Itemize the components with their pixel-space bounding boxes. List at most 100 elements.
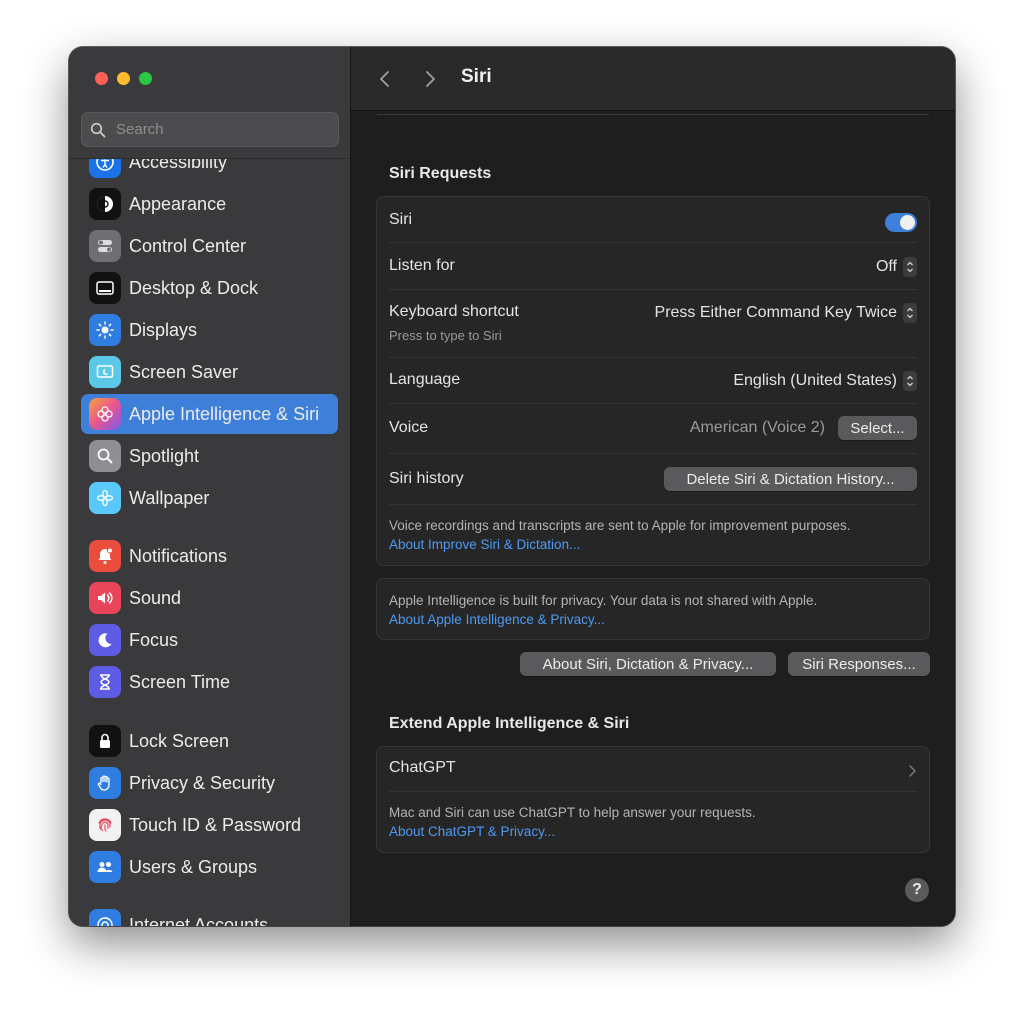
siri-requests-group: Siri Listen for Off Keyboard shortcut Pr… (376, 196, 930, 566)
sidebar-item-accessibility[interactable]: Accessibility (81, 159, 338, 182)
page-title: Siri (461, 66, 492, 87)
keyboard-shortcut-row: Keyboard shortcut Press to type to Siri … (389, 303, 917, 347)
row-divider (389, 242, 917, 243)
sidebar-item-label: Accessibility (129, 159, 228, 172)
section-title-siri-requests: Siri Requests (389, 165, 492, 182)
siri-history-row: Siri history Delete Siri & Dictation His… (389, 467, 917, 495)
users-groups-icon (89, 851, 121, 883)
siri-toggle[interactable] (885, 213, 917, 232)
sidebar-item-label: Notifications (129, 545, 228, 566)
wallpaper-icon (89, 482, 121, 514)
apple-intelligence-privacy-link[interactable]: About Apple Intelligence & Privacy... (389, 612, 605, 627)
up-down-chevron-icon (903, 257, 917, 277)
delete-history-button[interactable]: Delete Siri & Dictation History... (664, 467, 917, 491)
minimize-window-button[interactable] (117, 72, 130, 85)
search-icon (90, 122, 106, 137)
voice-select-button[interactable]: Select... (838, 416, 917, 440)
sidebar-item-touch-id[interactable]: Touch ID & Password (81, 805, 338, 845)
sidebar-item-wallpaper[interactable]: Wallpaper (81, 478, 338, 518)
language-value: English (United States) (733, 372, 897, 389)
sidebar-item-desktop-dock[interactable]: Desktop & Dock (81, 268, 338, 308)
sidebar-item-screen-saver[interactable]: Screen Saver (81, 352, 338, 392)
row-divider (389, 504, 917, 505)
sidebar-item-displays[interactable]: Displays (81, 310, 338, 350)
back-button[interactable] (374, 67, 396, 91)
privacy-group: Apple Intelligence is built for privacy.… (376, 578, 930, 640)
internet-accounts-icon (89, 909, 121, 926)
row-divider (389, 791, 917, 792)
apple-intelligence-icon (89, 398, 121, 430)
keyboard-shortcut-sublabel: Press to type to Siri (389, 328, 502, 343)
sidebar-item-label: Control Center (129, 235, 247, 256)
search-field[interactable] (81, 112, 339, 147)
sidebar-item-lock-screen[interactable]: Lock Screen (81, 721, 338, 761)
forward-button[interactable] (419, 67, 441, 91)
fingerprint-icon (89, 809, 121, 841)
control-center-icon (89, 230, 121, 262)
chatgpt-privacy-link[interactable]: About ChatGPT & Privacy... (389, 824, 555, 839)
keyboard-shortcut-label: Keyboard shortcut (389, 303, 519, 320)
screen-time-icon (89, 666, 121, 698)
sidebar-item-internet-accounts[interactable]: Internet Accounts (81, 905, 338, 926)
sidebar-item-focus[interactable]: Focus (81, 620, 338, 660)
sidebar-item-privacy-security[interactable]: Privacy & Security (81, 763, 338, 803)
sidebar-item-spotlight[interactable]: Spotlight (81, 436, 338, 476)
sidebar: Accessibility Appearance Control Center … (69, 47, 351, 926)
voice-value: American (Voice 2) (689, 419, 825, 436)
listen-for-row: Listen for Off (389, 257, 917, 281)
zoom-window-button[interactable] (139, 72, 152, 85)
sidebar-item-apple-intelligence-siri[interactable]: Apple Intelligence & Siri (81, 394, 338, 434)
sidebar-item-label: Users & Groups (129, 856, 258, 877)
sidebar-item-control-center[interactable]: Control Center (81, 226, 338, 266)
accessibility-icon (89, 159, 121, 178)
notifications-icon (89, 540, 121, 572)
sidebar-item-label: Focus (129, 629, 179, 650)
listen-for-label: Listen for (389, 257, 455, 274)
up-down-chevron-icon (903, 303, 917, 323)
section-title-extend: Extend Apple Intelligence & Siri (389, 715, 630, 732)
sidebar-item-sound[interactable]: Sound (81, 578, 338, 618)
sidebar-item-label: Screen Time (129, 671, 231, 692)
sound-icon (89, 582, 121, 614)
settings-window: Accessibility Appearance Control Center … (69, 47, 955, 926)
window-controls (95, 72, 152, 85)
language-label: Language (389, 371, 461, 388)
about-siri-privacy-button[interactable]: About Siri, Dictation & Privacy... (520, 652, 776, 676)
sidebar-item-label: Touch ID & Password (129, 814, 302, 835)
voice-label: Voice (389, 419, 429, 436)
chevron-left-icon (380, 71, 389, 87)
chatgpt-row[interactable]: ChatGPT (389, 759, 917, 783)
focus-icon (89, 624, 121, 656)
improve-siri-link[interactable]: About Improve Siri & Dictation... (389, 537, 580, 552)
spotlight-icon (89, 440, 121, 472)
screen-saver-icon (89, 356, 121, 388)
language-row: Language English (United States) (389, 371, 917, 395)
sidebar-item-label: Wallpaper (129, 487, 210, 508)
row-divider (389, 357, 917, 358)
search-input[interactable] (114, 120, 318, 139)
sidebar-item-appearance[interactable]: Appearance (81, 184, 338, 224)
sidebar-item-label: Lock Screen (129, 730, 230, 751)
listen-for-popup[interactable]: Off (876, 257, 917, 277)
keyboard-shortcut-popup[interactable]: Press Either Command Key Twice (655, 303, 917, 323)
sidebar-item-notifications[interactable]: Notifications (81, 536, 338, 576)
voice-row: Voice American (Voice 2) Select... (389, 416, 917, 444)
row-divider (389, 403, 917, 404)
desktop-dock-icon (89, 272, 121, 304)
help-button[interactable]: ? (905, 878, 929, 902)
up-down-chevron-icon (903, 371, 917, 391)
sidebar-item-label: Privacy & Security (129, 772, 276, 793)
sidebar-item-label: Sound (129, 587, 182, 608)
sidebar-item-screen-time[interactable]: Screen Time (81, 662, 338, 702)
close-window-button[interactable] (95, 72, 108, 85)
displays-icon (89, 314, 121, 346)
sidebar-item-label: Appearance (129, 193, 227, 214)
content-divider (377, 114, 929, 115)
sidebar-item-users-groups[interactable]: Users & Groups (81, 847, 338, 887)
toggle-knob (900, 215, 915, 230)
language-popup[interactable]: English (United States) (733, 371, 917, 391)
siri-responses-button[interactable]: Siri Responses... (788, 652, 930, 676)
chatgpt-label: ChatGPT (389, 759, 456, 776)
privacy-note: Apple Intelligence is built for privacy.… (389, 593, 818, 608)
siri-label: Siri (389, 211, 413, 228)
